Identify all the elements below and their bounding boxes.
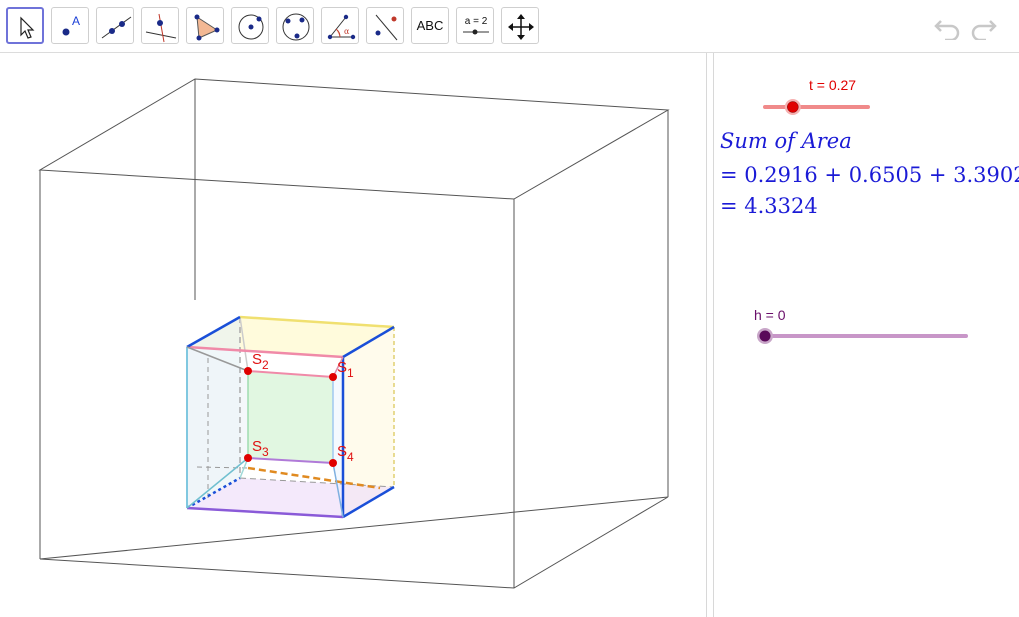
point-icon: A [62,14,80,36]
view-divider[interactable] [706,53,714,617]
circle-center-point-tool-button[interactable] [231,7,269,44]
slider-icon: a = 2 [463,16,489,35]
polygon-tool-button[interactable] [186,7,224,44]
angle-icon: α [327,14,356,40]
perpendicular-line-icon [145,13,177,43]
text-tool-button[interactable]: ABC [411,7,449,44]
move-tool-button[interactable] [6,7,44,44]
reflect-icon [375,14,398,41]
circle-center-icon [238,14,264,40]
slider-t[interactable] [759,97,879,117]
circle-three-points-icon [282,13,310,41]
undo-button[interactable] [933,12,963,45]
formula-title: Sum of Area [720,129,852,153]
graphics-view-3d[interactable]: S2 S1 S3 S4 [0,53,706,617]
line-icon [101,16,132,39]
line-tool-button[interactable] [96,7,134,44]
text-tool-label: ABC [416,18,444,33]
point-s2[interactable] [244,367,252,375]
move-arrows-icon [508,14,534,40]
move-graphics-view-tool-button[interactable] [501,7,539,44]
redo-button[interactable] [968,12,1000,45]
angle-tool-label: α [344,27,350,36]
label-s2: S2 [252,351,269,372]
toolbar: A α ABC a = 2 [0,0,1019,53]
circle-three-points-tool-button[interactable] [276,7,314,44]
formula-sum-terms: = 0.2916 + 0.6505 + 3.3902 [720,163,1019,187]
slider-t-label: t = 0.27 [809,77,857,93]
cursor-arrow-icon [20,16,35,39]
point-s4[interactable] [329,459,337,467]
formula-sum-result: = 4.3324 [720,194,818,218]
perpendicular-line-tool-button[interactable] [141,7,179,44]
cube-faces [187,317,394,517]
slider-tool-label: a = 2 [465,16,488,27]
reflect-tool-button[interactable] [366,7,404,44]
undo-icon [934,20,960,42]
redo-icon [971,20,997,42]
slider-h-label: h = 0 [754,307,786,323]
angle-tool-button[interactable]: α [321,7,359,44]
point-tool-label: A [72,14,80,28]
point-s1[interactable] [329,373,337,381]
slider-tool-button[interactable]: a = 2 [456,7,494,44]
point-s3[interactable] [244,454,252,462]
graphics-view-2d[interactable]: t = 0.27 Sum of Area = 0.2916 + 0.6505 +… [714,53,1019,617]
point-tool-button[interactable]: A [51,7,89,44]
slider-h[interactable] [756,326,971,346]
polygon-icon [194,14,220,41]
